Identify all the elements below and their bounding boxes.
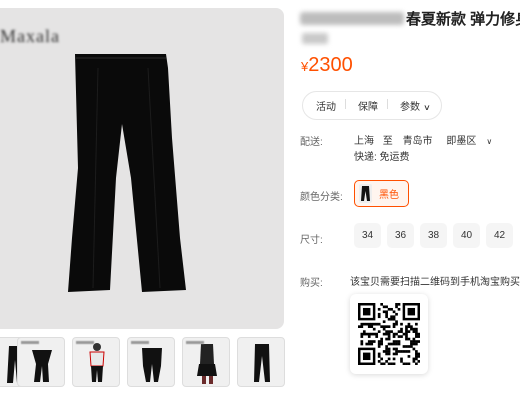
thumbnail[interactable] (72, 337, 120, 387)
color-option-black[interactable]: 黑色 (354, 180, 409, 207)
thumbnail[interactable] (127, 337, 175, 387)
product-title: 春夏新款 弹力修身 (406, 11, 520, 28)
info-tabs: 活动 保障 参数 ∨ (302, 91, 442, 120)
brand-watermark: Maxala (0, 26, 60, 46)
shipping-label: 配送: (300, 137, 323, 148)
chevron-down-icon[interactable]: ∨ (486, 137, 492, 146)
shipping-route: 上海 至 青岛市 即墨区 ∨ (354, 132, 498, 147)
thumbnail[interactable] (237, 337, 285, 387)
thumbnail[interactable] (182, 337, 230, 387)
ship-to-word: 至 (382, 136, 393, 147)
ship-city[interactable]: 青岛市 (403, 136, 433, 147)
color-label: 颜色分类: (300, 192, 343, 203)
size-option[interactable]: 40 (453, 223, 480, 248)
qr-card (350, 294, 428, 374)
price-value: 2300 (308, 54, 353, 76)
purchase-label: 购买: (300, 278, 323, 289)
size-option[interactable]: 38 (420, 223, 447, 248)
main-product-image[interactable]: Maxala (0, 8, 284, 329)
color-option-label: 黑色 (379, 190, 399, 201)
thumbnail[interactable] (17, 337, 65, 387)
qr-code-icon (358, 303, 420, 365)
tab-guarantee[interactable]: 保障 (345, 98, 387, 113)
tab-params-label: 参数 (400, 102, 420, 113)
product-price: ¥2300 (301, 54, 353, 77)
tab-activity[interactable]: 活动 (303, 98, 345, 113)
size-option[interactable]: 42 (486, 223, 513, 248)
ship-from: 上海 (354, 136, 374, 147)
thumbnail-strip (0, 337, 290, 389)
purchase-note: 该宝贝需要扫描二维码到手机淘宝购买 (350, 277, 520, 288)
express-fee: 快递: 免运费 (354, 152, 410, 163)
tab-params[interactable]: 参数 ∨ (387, 98, 439, 113)
ship-district[interactable]: 即墨区 (446, 136, 476, 147)
subtitle-redacted (302, 33, 328, 44)
size-label: 尺寸: (300, 235, 323, 246)
size-option[interactable]: 34 (354, 223, 381, 248)
pants-illustration (68, 54, 186, 292)
pants-icon (359, 184, 372, 203)
size-option[interactable]: 36 (387, 223, 414, 248)
chevron-down-icon: ∨ (423, 103, 431, 112)
title-prefix-redacted (300, 12, 404, 25)
